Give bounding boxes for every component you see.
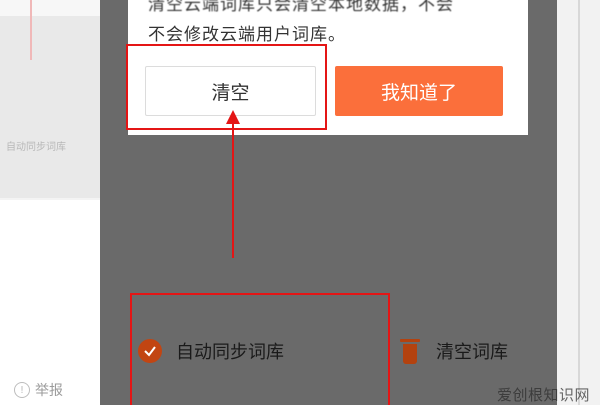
acknowledge-button[interactable]: 我知道了 (335, 66, 503, 116)
background-caption: 自动同步词库 (6, 142, 66, 153)
background-lower-area (0, 200, 100, 405)
auto-sync-toggle[interactable]: 自动同步词库 (138, 338, 284, 364)
clear-dictionary-button[interactable]: 清空词库 (400, 338, 508, 364)
report-link[interactable]: ! 举报 (14, 380, 63, 400)
check-circle-icon (138, 339, 162, 363)
background-card (0, 0, 100, 198)
background-divider (578, 0, 580, 405)
watermark: 爱创根知识网 (497, 386, 591, 404)
report-label: 举报 (35, 383, 63, 399)
clear-dictionary-label: 清空词库 (436, 342, 508, 363)
dialog-message-line1: 清空云端词库只会清空本地数据，不会 (148, 0, 454, 15)
background-page-left: 自动同步词库 ! 举报 (0, 0, 100, 405)
dialog-message-line2: 不会修改云端用户词库。 (148, 25, 346, 45)
background-top-box (0, 0, 100, 16)
annotation-arrow-head (226, 110, 240, 124)
info-circle-icon: ! (14, 382, 30, 398)
trash-icon (400, 338, 420, 364)
background-red-mark (30, 0, 32, 60)
annotation-arrow-shaft (232, 122, 234, 258)
auto-sync-label: 自动同步词库 (176, 342, 284, 363)
